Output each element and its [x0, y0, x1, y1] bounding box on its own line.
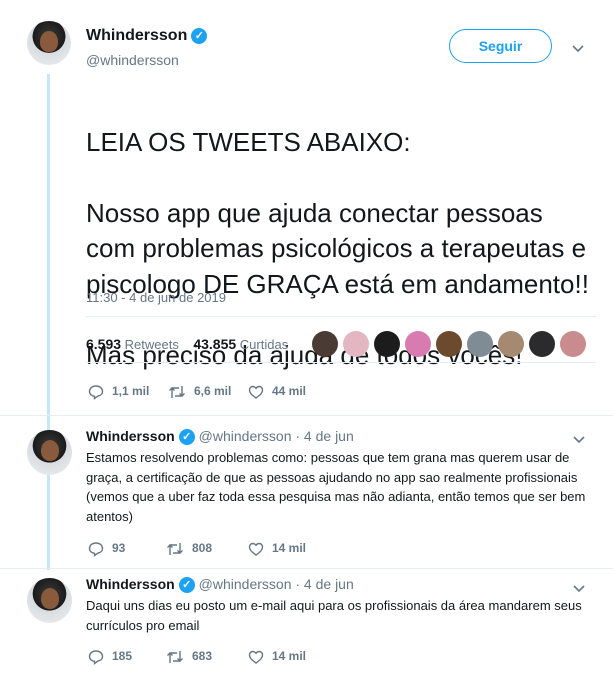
- liker-avatar[interactable]: [405, 331, 431, 357]
- likes-count: 43.855: [193, 336, 237, 352]
- reply-button[interactable]: 185: [88, 649, 132, 665]
- divider: [0, 415, 613, 416]
- reply-date[interactable]: · 4 de jun: [295, 576, 353, 592]
- retweet-button[interactable]: 6,6 mil: [168, 384, 231, 400]
- author-handle[interactable]: @whindersson: [86, 52, 179, 68]
- reply-header: Whindersson ✓ @whindersson · 4 de jun: [86, 428, 354, 446]
- thread-line: [47, 74, 50, 570]
- retweets-count: 6.593: [86, 336, 122, 352]
- reply-author-handle[interactable]: @whindersson: [199, 576, 292, 592]
- liker-avatar[interactable]: [343, 331, 369, 357]
- avatar[interactable]: [27, 21, 71, 65]
- author-name-text[interactable]: Whindersson: [86, 27, 187, 44]
- likes-stat[interactable]: 43.855 Curtidas: [193, 336, 289, 352]
- liker-avatar[interactable]: [312, 331, 338, 357]
- reply-count: 1,1 mil: [112, 384, 150, 399]
- reply-text: Estamos resolvendo problemas como: pesso…: [86, 450, 586, 524]
- tweet-stats: 6.593 Retweets 43.855 Curtidas: [86, 336, 288, 352]
- retweet-icon: [169, 386, 185, 398]
- retweet-button[interactable]: 683: [166, 649, 212, 665]
- liker-avatar[interactable]: [560, 331, 586, 357]
- retweet-icon: [167, 651, 183, 663]
- avatar[interactable]: [27, 578, 72, 623]
- divider: [86, 362, 596, 363]
- retweets-stat[interactable]: 6.593 Retweets: [86, 336, 179, 352]
- retweet-button[interactable]: 808: [166, 541, 212, 557]
- chevron-down-icon[interactable]: [573, 582, 585, 596]
- avatar[interactable]: [27, 430, 72, 475]
- reply-text: Daqui uns dias eu posto um e-mail aqui p…: [86, 598, 582, 633]
- liker-avatar[interactable]: [467, 331, 493, 357]
- reply-icon: [88, 385, 104, 400]
- like-count: 14 mil: [272, 649, 307, 664]
- like-button[interactable]: 44 mil: [248, 384, 306, 400]
- verified-badge-icon: ✓: [191, 27, 208, 44]
- retweets-label: Retweets: [124, 337, 179, 352]
- retweet-count: 683: [192, 649, 213, 664]
- like-button[interactable]: 14 mil: [248, 649, 306, 665]
- like-count: 44 mil: [272, 384, 307, 399]
- reply-icon: [88, 542, 104, 557]
- reply-button[interactable]: 93: [88, 541, 125, 557]
- like-count: 14 mil: [272, 541, 307, 556]
- reply-author-name[interactable]: Whindersson: [86, 428, 175, 444]
- heart-icon: [248, 542, 264, 556]
- reply-header: Whindersson ✓ @whindersson · 4 de jun: [86, 576, 354, 594]
- reply-count: 93: [112, 541, 126, 556]
- verified-badge-icon: ✓: [178, 429, 195, 446]
- tweet-line: Nosso app que ajuda conectar pessoas com…: [86, 197, 589, 299]
- liker-avatar[interactable]: [436, 331, 462, 357]
- retweet-count: 6,6 mil: [194, 384, 232, 399]
- chevron-down-icon[interactable]: [573, 433, 585, 447]
- reply-count: 185: [112, 649, 133, 664]
- reply-button[interactable]: 1,1 mil: [88, 384, 149, 400]
- retweet-count: 808: [192, 541, 213, 556]
- follow-button[interactable]: Seguir: [449, 29, 552, 63]
- chevron-down-icon[interactable]: [572, 42, 584, 56]
- liker-avatar[interactable]: [374, 331, 400, 357]
- tweet-line: LEIA OS TWEETS ABAIXO:: [86, 126, 411, 157]
- tweet-text: LEIA OS TWEETS ABAIXO: Nosso app que aju…: [86, 89, 596, 409]
- like-button[interactable]: 14 mil: [248, 541, 306, 557]
- tweet-timestamp[interactable]: 11:30 - 4 de jun de 2019: [86, 290, 226, 305]
- divider: [0, 568, 613, 569]
- likes-label: Curtidas: [239, 337, 289, 352]
- liker-avatar[interactable]: [498, 331, 524, 357]
- reply-author-handle[interactable]: @whindersson: [199, 428, 292, 444]
- reply-author-name[interactable]: Whindersson: [86, 576, 175, 592]
- retweet-icon: [167, 543, 183, 555]
- author-name[interactable]: Whindersson ✓: [86, 27, 208, 45]
- reply-date[interactable]: · 4 de jun: [295, 428, 353, 444]
- verified-badge-icon: ✓: [178, 577, 195, 594]
- heart-icon: [248, 650, 264, 664]
- liker-avatar[interactable]: [529, 331, 555, 357]
- heart-icon: [248, 385, 264, 399]
- divider: [86, 316, 596, 317]
- reply-icon: [88, 650, 104, 665]
